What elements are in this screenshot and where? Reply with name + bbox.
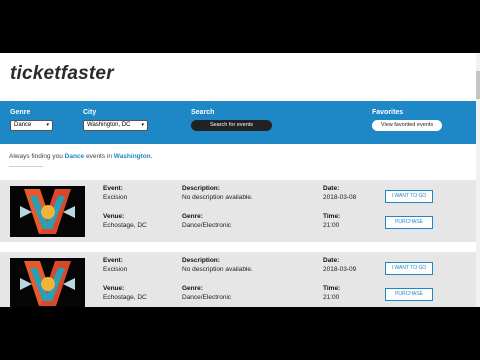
event-name: Excision <box>103 266 128 273</box>
date-label: Date: <box>323 257 340 264</box>
event-time: 21:00 <box>323 222 340 229</box>
event-date: 2018-03-08 <box>323 194 357 201</box>
genre-label: Genre <box>10 109 31 116</box>
city-select-value: Washington, DC <box>87 122 131 128</box>
want-to-go-button[interactable]: I WANT TO GO <box>385 190 433 203</box>
tagline-mid: events in <box>84 153 114 160</box>
city-select[interactable]: Washington, DC ▾ <box>83 120 148 131</box>
event-time: 21:00 <box>323 294 340 301</box>
date-label: Date: <box>323 185 340 192</box>
browser-viewport: ticketfaster Genre Dance ▾ City Washingt… <box>0 53 476 307</box>
favorites-label: Favorites <box>372 109 404 116</box>
tagline: Always finding you Dance events in Washi… <box>9 153 153 160</box>
genre-select-value: Dance <box>14 122 32 128</box>
scrollbar-thumb[interactable] <box>476 71 480 99</box>
excision-logo-image[interactable] <box>10 186 85 237</box>
tagline-divider <box>9 166 43 167</box>
page-scrollbar[interactable] <box>476 53 480 307</box>
view-favorites-button[interactable]: View favorited events <box>372 120 442 131</box>
event-card: Event: Excision Description: No descript… <box>0 252 476 307</box>
tagline-prefix: Always finding you <box>9 153 65 160</box>
tagline-city: Washington <box>113 153 151 160</box>
event-label: Event: <box>103 257 123 264</box>
brand-logo[interactable]: ticketfaster <box>10 63 114 85</box>
description-label: Description: <box>182 257 220 264</box>
venue-label: Venue: <box>103 285 125 292</box>
genre-field-label: Genre: <box>182 213 203 220</box>
genre-select[interactable]: Dance ▾ <box>10 120 53 131</box>
event-genre: Dance/Electronic <box>182 294 232 301</box>
event-venue: Echostage, DC <box>103 294 147 301</box>
time-label: Time: <box>323 285 341 292</box>
tagline-genre: Dance <box>64 153 85 160</box>
event-date: 2018-03-09 <box>323 266 357 273</box>
want-to-go-button[interactable]: I WANT TO GO <box>385 262 433 275</box>
event-description: No description available. <box>182 266 253 273</box>
event-label: Event: <box>103 185 123 192</box>
time-label: Time: <box>323 213 341 220</box>
event-venue: Echostage, DC <box>103 222 147 229</box>
event-description: No description available. <box>182 194 253 201</box>
event-genre: Dance/Electronic <box>182 222 232 229</box>
description-label: Description: <box>182 185 220 192</box>
genre-field-label: Genre: <box>182 285 203 292</box>
search-label: Search <box>191 109 215 116</box>
chevron-updown-icon: ▾ <box>46 122 49 128</box>
chevron-updown-icon: ▾ <box>141 122 144 128</box>
search-events-button[interactable]: Search for events <box>191 120 272 131</box>
filter-bar: Genre Dance ▾ City Washington, DC ▾ Sear… <box>0 101 476 144</box>
venue-label: Venue: <box>103 213 125 220</box>
purchase-button[interactable]: PURCHASE <box>385 288 433 301</box>
city-label: City <box>83 109 97 116</box>
excision-logo-image[interactable] <box>10 258 85 307</box>
purchase-button[interactable]: PURCHASE <box>385 216 433 229</box>
event-name: Excision <box>103 194 128 201</box>
event-card: Event: Excision Description: No descript… <box>0 180 476 242</box>
tagline-suffix: . <box>150 153 153 160</box>
